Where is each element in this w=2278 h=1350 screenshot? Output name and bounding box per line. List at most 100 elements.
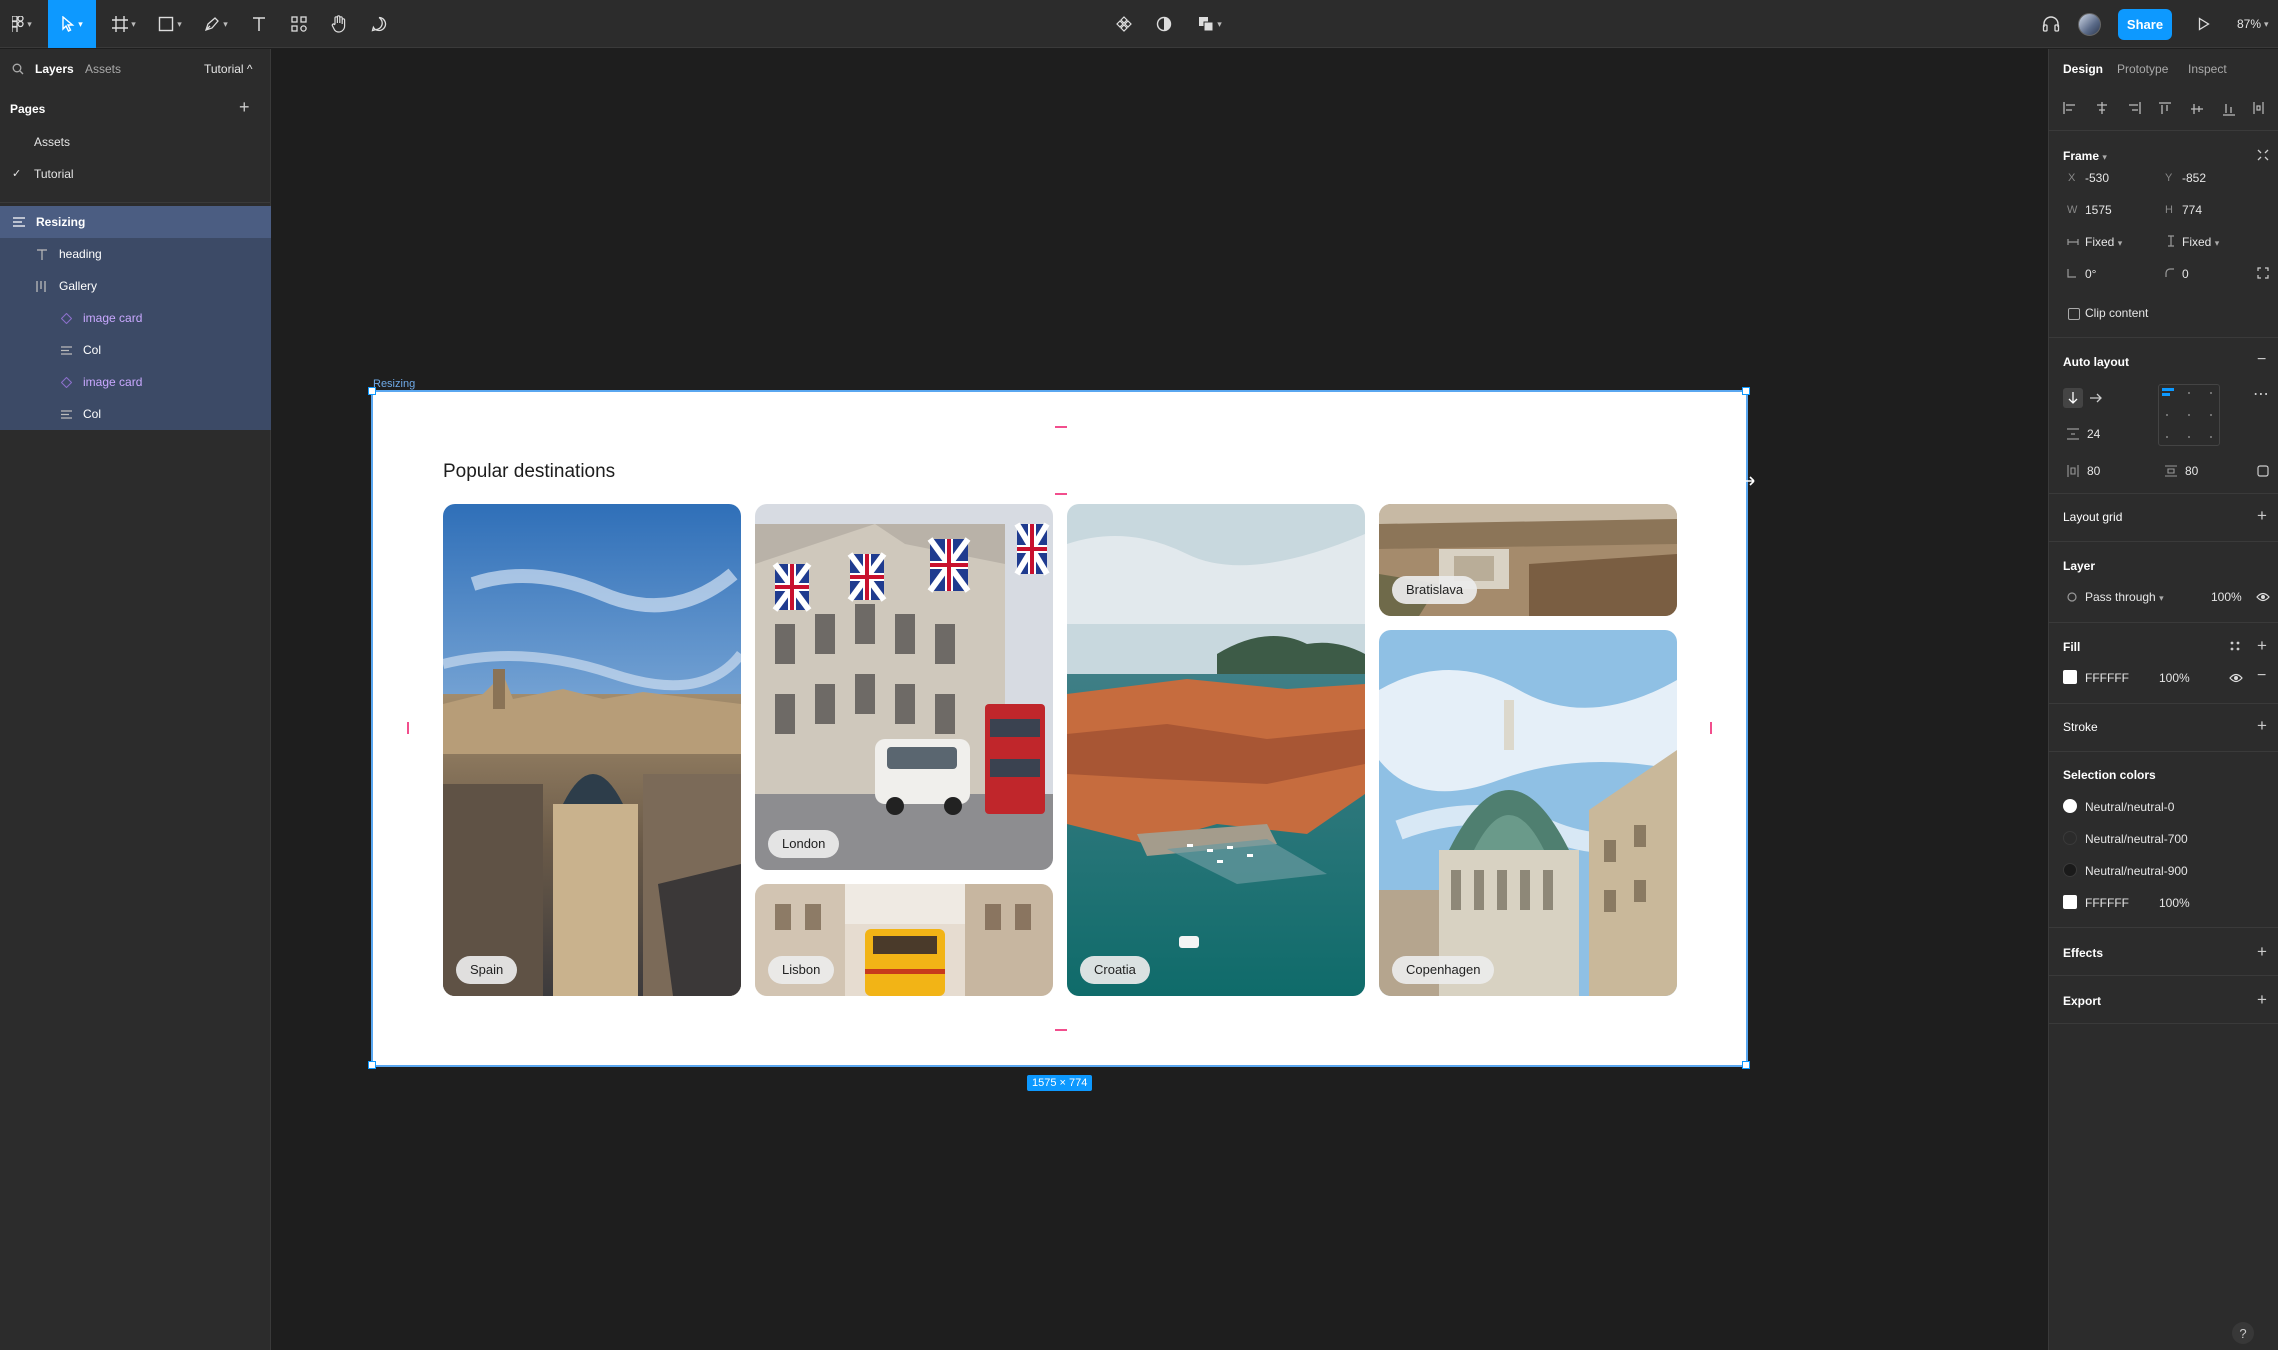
remove-auto-layout-icon[interactable]: −: [2257, 352, 2266, 368]
present-button[interactable]: [2190, 0, 2218, 48]
horizontal-padding-input[interactable]: 80: [2087, 464, 2100, 478]
h-input[interactable]: 774: [2182, 203, 2202, 217]
add-export-icon[interactable]: +: [2257, 991, 2267, 1008]
eye-icon[interactable]: [2256, 592, 2270, 602]
image-card-bratislava[interactable]: Bratislava: [1379, 504, 1677, 616]
align-top-icon[interactable]: [2159, 102, 2171, 116]
selection-color-label[interactable]: Neutral/neutral-0: [2085, 800, 2174, 814]
layer-image-card[interactable]: image card: [0, 302, 271, 334]
vertical-padding-input[interactable]: 80: [2185, 464, 2198, 478]
align-center-h-icon[interactable]: [2095, 102, 2109, 114]
tab-design[interactable]: Design: [2063, 49, 2103, 89]
color-swatch-neutral-0[interactable]: [2063, 799, 2077, 813]
main-menu-button[interactable]: ▾: [6, 0, 38, 48]
spacing-input[interactable]: 24: [2087, 427, 2100, 441]
component-button[interactable]: [1110, 0, 1138, 48]
pen-tool-button[interactable]: ▾: [198, 0, 234, 48]
layer-gallery[interactable]: Gallery: [0, 270, 271, 302]
frame-tool-button[interactable]: ▾: [106, 0, 142, 48]
w-input[interactable]: 1575: [2085, 203, 2112, 217]
fill-hex-input[interactable]: FFFFFF: [2085, 671, 2129, 685]
add-fill-icon[interactable]: +: [2257, 637, 2267, 654]
layer-resizing[interactable]: Resizing: [0, 206, 271, 238]
tab-assets[interactable]: Assets: [85, 49, 121, 89]
individual-padding-icon[interactable]: [2257, 465, 2269, 477]
resources-button[interactable]: [284, 0, 314, 48]
selection-color-label[interactable]: Neutral/neutral-700: [2085, 832, 2188, 846]
layer-image-card[interactable]: image card: [0, 366, 271, 398]
canvas[interactable]: Resizing Popular destinations Spain Lond…: [272, 49, 2048, 1350]
styles-grid-icon[interactable]: [2229, 640, 2241, 652]
page-item-tutorial[interactable]: ✓ Tutorial: [0, 158, 271, 190]
add-layout-grid-icon[interactable]: +: [2257, 507, 2267, 524]
x-input[interactable]: -530: [2085, 171, 2109, 185]
layer-col[interactable]: Col: [0, 398, 271, 430]
text-tool-button[interactable]: [244, 0, 274, 48]
vertical-resizing-select[interactable]: Fixed ▾: [2182, 235, 2219, 249]
add-page-icon[interactable]: +: [239, 98, 250, 116]
resize-to-fit-icon[interactable]: [2257, 149, 2269, 161]
frame-name-label[interactable]: Resizing: [373, 378, 415, 390]
arrow-right-icon[interactable]: [2089, 393, 2103, 403]
corner-radius-input[interactable]: 0: [2182, 267, 2189, 281]
distribute-icon[interactable]: [2253, 102, 2271, 114]
layer-opacity-input[interactable]: 100%: [2211, 590, 2242, 604]
move-tool-button[interactable]: ▾: [48, 0, 96, 48]
selection-color-label[interactable]: FFFFFF: [2085, 896, 2129, 910]
layer-heading[interactable]: heading: [0, 238, 271, 270]
horizontal-resizing-select[interactable]: Fixed ▾: [2085, 235, 2122, 249]
add-effect-icon[interactable]: +: [2257, 943, 2267, 960]
resize-handle[interactable]: [1742, 1061, 1750, 1069]
frame-section-title[interactable]: Frame ▾: [2063, 149, 2107, 163]
tab-inspect[interactable]: Inspect: [2188, 49, 2227, 89]
tab-layers[interactable]: Layers: [35, 49, 74, 89]
add-stroke-icon[interactable]: +: [2257, 717, 2267, 734]
image-card-london[interactable]: London: [755, 504, 1053, 870]
image-card-copenhagen[interactable]: Copenhagen: [1379, 630, 1677, 996]
remove-fill-icon[interactable]: −: [2257, 668, 2266, 684]
heading[interactable]: Popular destinations: [443, 461, 615, 483]
blend-mode-select[interactable]: Pass through ▾: [2085, 590, 2164, 604]
resize-handle[interactable]: [1742, 387, 1750, 395]
hand-tool-button[interactable]: [324, 0, 354, 48]
independent-corners-icon[interactable]: [2257, 267, 2269, 279]
resize-handle[interactable]: [368, 387, 376, 395]
image-card-croatia[interactable]: Croatia: [1067, 504, 1365, 996]
page-item-assets[interactable]: Assets: [0, 126, 271, 158]
layer-col[interactable]: Col: [0, 334, 271, 366]
comment-tool-button[interactable]: [364, 0, 394, 48]
share-button[interactable]: Share: [2118, 9, 2172, 40]
selection-color-opacity[interactable]: 100%: [2159, 896, 2190, 910]
help-button[interactable]: ?: [2232, 1322, 2254, 1344]
fill-opacity-input[interactable]: 100%: [2159, 671, 2190, 685]
y-input[interactable]: -852: [2182, 171, 2206, 185]
align-right-icon[interactable]: [2127, 102, 2141, 114]
clip-content-checkbox[interactable]: [2068, 308, 2080, 320]
image-card-lisbon[interactable]: Lisbon: [755, 884, 1053, 996]
resizing-frame[interactable]: Popular destinations Spain London Lisbon…: [368, 387, 1750, 1069]
tab-prototype[interactable]: Prototype: [2117, 49, 2168, 89]
selection-color-label[interactable]: Neutral/neutral-900: [2085, 864, 2188, 878]
color-swatch-neutral-900[interactable]: [2063, 863, 2077, 877]
align-center-v-icon[interactable]: [2191, 102, 2203, 116]
page-switcher[interactable]: Tutorial ^: [204, 49, 253, 89]
color-swatch-ffffff[interactable]: [2063, 895, 2077, 909]
fill-color-swatch[interactable]: [2063, 670, 2077, 684]
avatar[interactable]: [2078, 13, 2101, 36]
search-icon[interactable]: [12, 63, 24, 75]
resize-handle[interactable]: [368, 1061, 376, 1069]
image-card-spain[interactable]: Spain: [443, 504, 741, 996]
color-swatch-neutral-700[interactable]: [2063, 831, 2077, 845]
zoom-menu[interactable]: 87% ▾: [2237, 0, 2269, 48]
rotation-input[interactable]: 0°: [2085, 267, 2096, 281]
mask-button[interactable]: [1150, 0, 1178, 48]
eye-icon[interactable]: [2229, 673, 2243, 683]
boolean-button[interactable]: ▾: [1190, 0, 1230, 48]
align-left-icon[interactable]: [2063, 102, 2077, 114]
shape-tool-button[interactable]: ▾: [152, 0, 188, 48]
audio-button[interactable]: [2036, 0, 2066, 48]
align-bottom-icon[interactable]: [2223, 102, 2235, 116]
alignment-grid[interactable]: [2158, 384, 2220, 446]
direction-vertical-button[interactable]: [2063, 388, 2083, 408]
more-options-icon[interactable]: ⋯: [2253, 384, 2269, 404]
